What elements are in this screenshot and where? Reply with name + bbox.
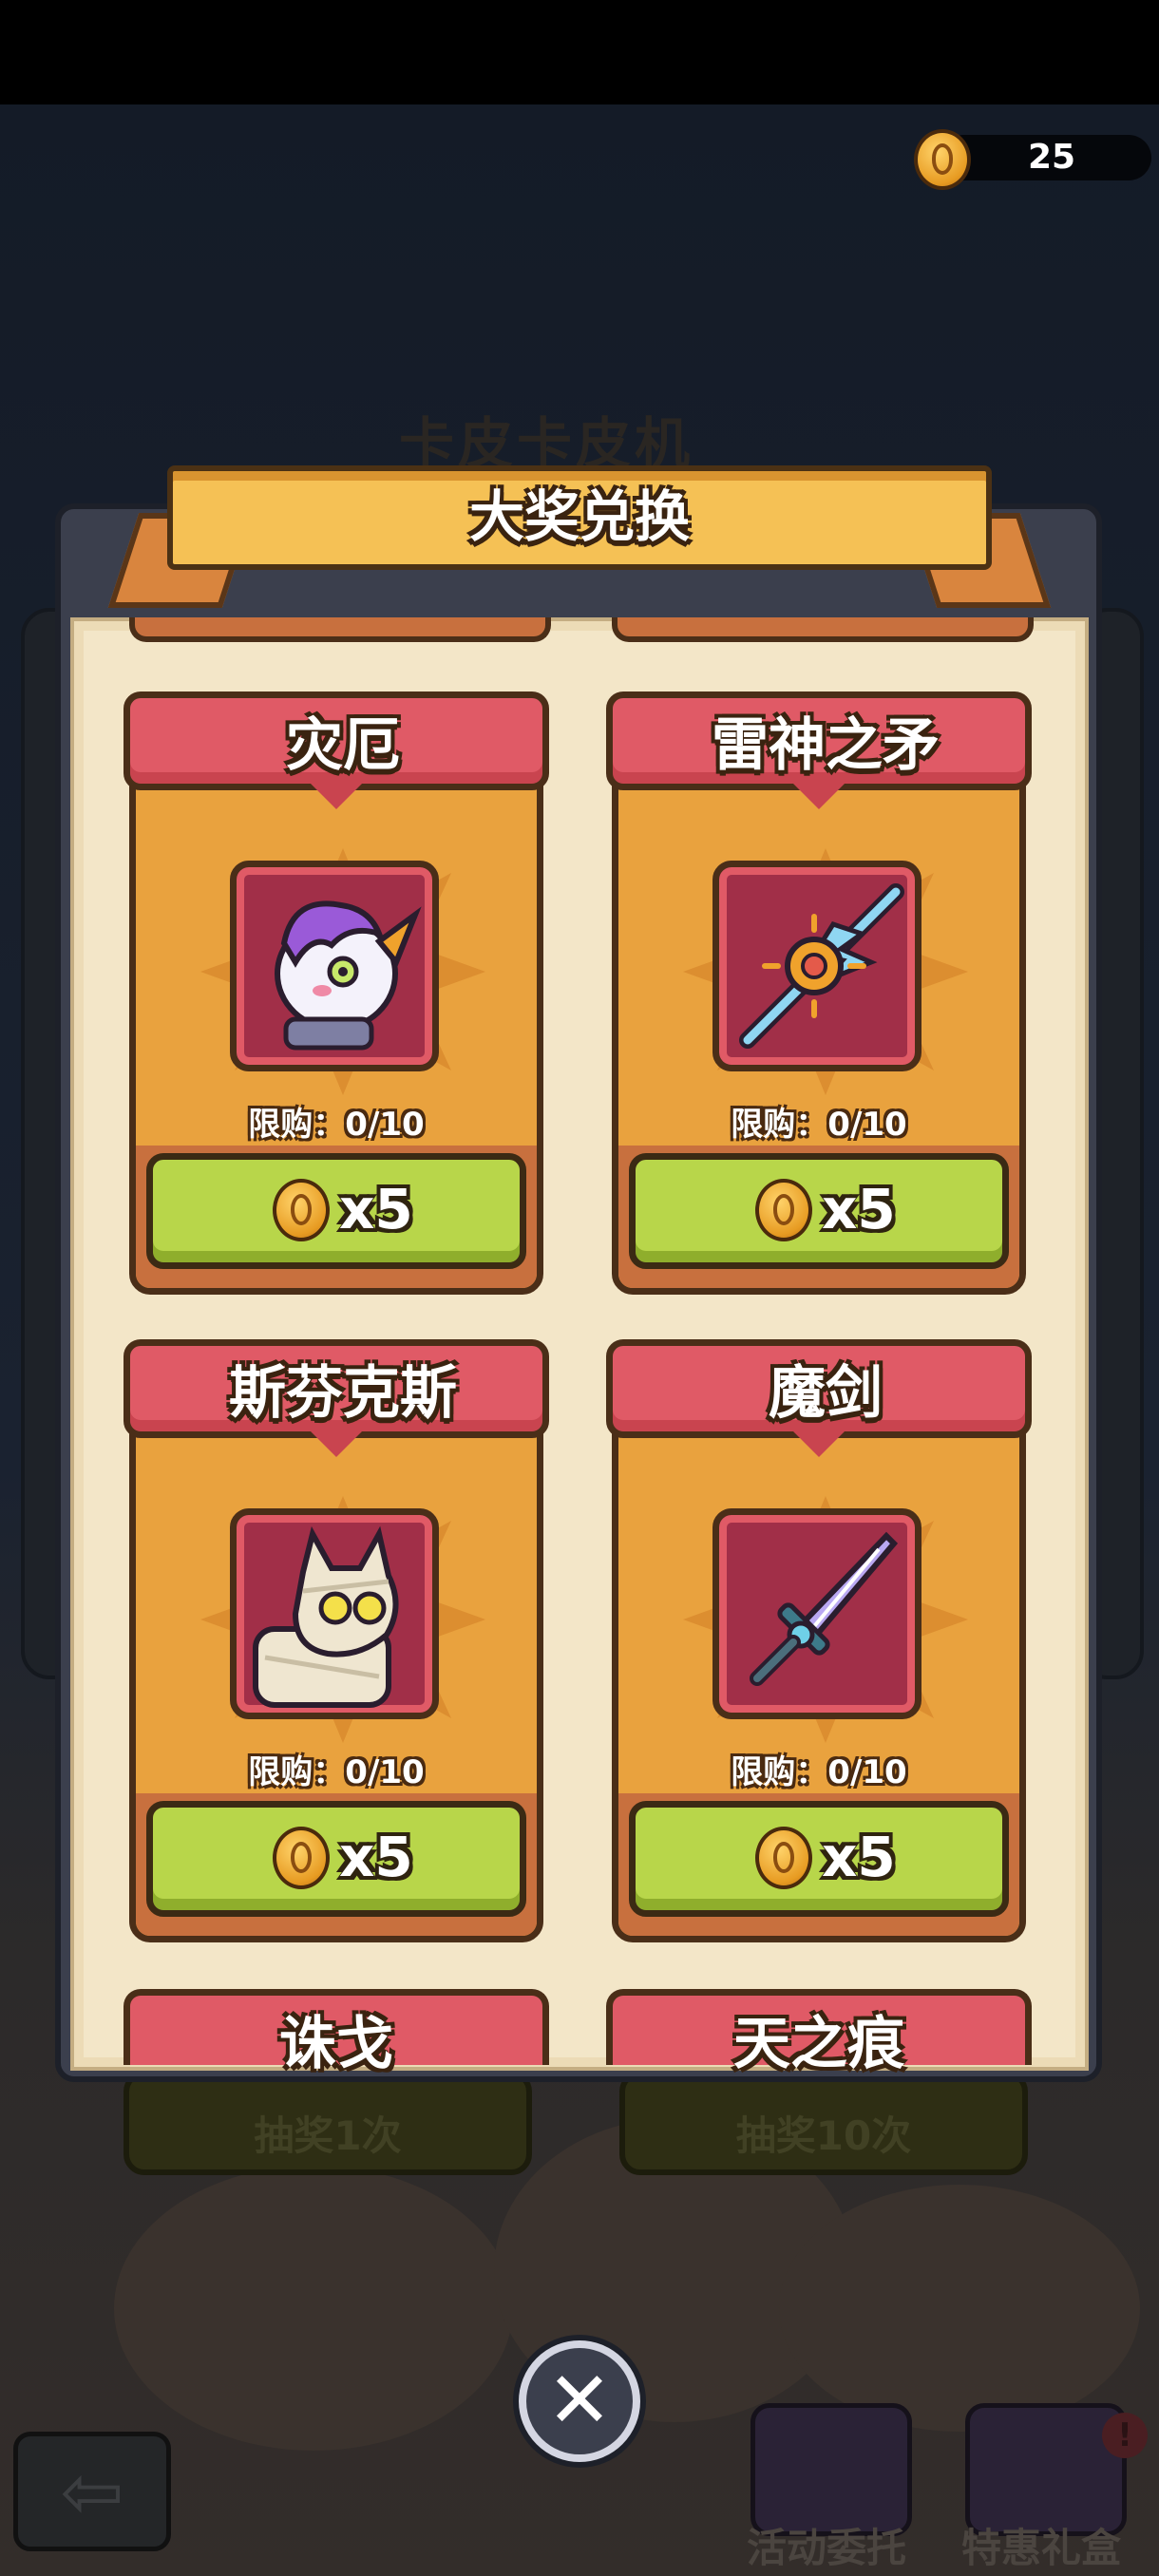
reward-name: 雷神之矛 — [712, 712, 940, 779]
price-label: x5 — [822, 1177, 896, 1241]
magic-sword-icon[interactable] — [712, 1508, 922, 1719]
purchase-limit: 限购：0/10 — [248, 1753, 425, 1791]
background-cloud — [779, 2185, 1140, 2432]
price-label: x5 — [822, 1825, 896, 1889]
reward-name: 斯芬克斯 — [229, 1360, 457, 1427]
unicorn-icon[interactable] — [230, 861, 439, 1071]
coin-icon — [914, 129, 971, 190]
gift-box-label: 特惠礼盒 — [960, 2525, 1121, 2571]
previous-card-edge — [612, 617, 1034, 642]
coin-icon — [273, 1827, 330, 1889]
reward-card: 魔剑 限购：0/10 x5 — [606, 1339, 1032, 1947]
background-cloud — [114, 2166, 513, 2451]
currency-display: 25 — [914, 129, 1151, 190]
purchase-limit: 限购：0/10 — [731, 1753, 907, 1791]
event-tasks-label: 活动委托 — [746, 2525, 906, 2571]
panel-title-ribbon: 大奖兑换 — [167, 465, 992, 570]
buy-button[interactable]: x5 — [629, 1153, 1009, 1269]
close-icon: ✕ — [546, 2356, 613, 2446]
draw-ten-button: 抽奖10次 — [619, 2071, 1028, 2175]
purchase-limit: 限购：0/10 — [248, 1106, 425, 1144]
card-header: 灾厄 — [124, 691, 549, 790]
price-label: x5 — [339, 1177, 413, 1241]
panel-title: 大奖兑换 — [468, 484, 690, 549]
coin-icon — [273, 1179, 330, 1241]
sword-art — [750, 1531, 899, 1686]
arrow-left-icon: ⇦ — [60, 2447, 124, 2536]
reward-name: 灾厄 — [286, 712, 400, 779]
price-label: x5 — [339, 1825, 413, 1889]
reward-card: 灾厄 限购：0/10 x5 — [124, 691, 549, 1299]
mummy-cat-icon[interactable] — [230, 1508, 439, 1719]
event-tasks-button: 活动委托 — [732, 2403, 922, 2574]
reward-name: 诛戈 — [279, 2011, 393, 2077]
lightning-spear-icon[interactable] — [712, 861, 922, 1071]
back-button: ⇦ — [13, 2432, 171, 2551]
mummy-cat-art — [253, 1525, 399, 1708]
purchase-limit: 限购：0/10 — [731, 1106, 907, 1144]
coin-icon — [755, 1179, 812, 1241]
spear-art — [739, 883, 904, 1049]
coin-icon — [755, 1827, 812, 1889]
card-header: 魔剑 — [606, 1339, 1032, 1438]
close-button[interactable]: ✕ — [519, 2340, 640, 2462]
reward-card-partial: 天之痕 — [606, 1989, 1032, 2077]
reward-card: 斯芬克斯 限购：0/10 x5 — [124, 1339, 549, 1947]
currency-amount: 25 — [1027, 138, 1076, 177]
draw-once-button: 抽奖1次 — [124, 2071, 532, 2175]
buy-button[interactable]: x5 — [629, 1801, 1009, 1917]
reward-name: 天之痕 — [733, 2011, 904, 2077]
reward-card-partial: 诛戈 — [124, 1989, 549, 2077]
reward-card: 雷神之矛 限购：0/10 x5 — [606, 691, 1032, 1299]
buy-button[interactable]: x5 — [146, 1801, 526, 1917]
previous-card-edge — [129, 617, 551, 642]
status-bar — [0, 0, 1159, 104]
card-header: 雷神之矛 — [606, 691, 1032, 790]
reward-name: 魔剑 — [769, 1360, 883, 1427]
buy-button[interactable]: x5 — [146, 1153, 526, 1269]
notification-badge: ! — [1102, 2413, 1148, 2458]
unicorn-art — [275, 900, 422, 1051]
card-header: 斯芬克斯 — [124, 1339, 549, 1438]
